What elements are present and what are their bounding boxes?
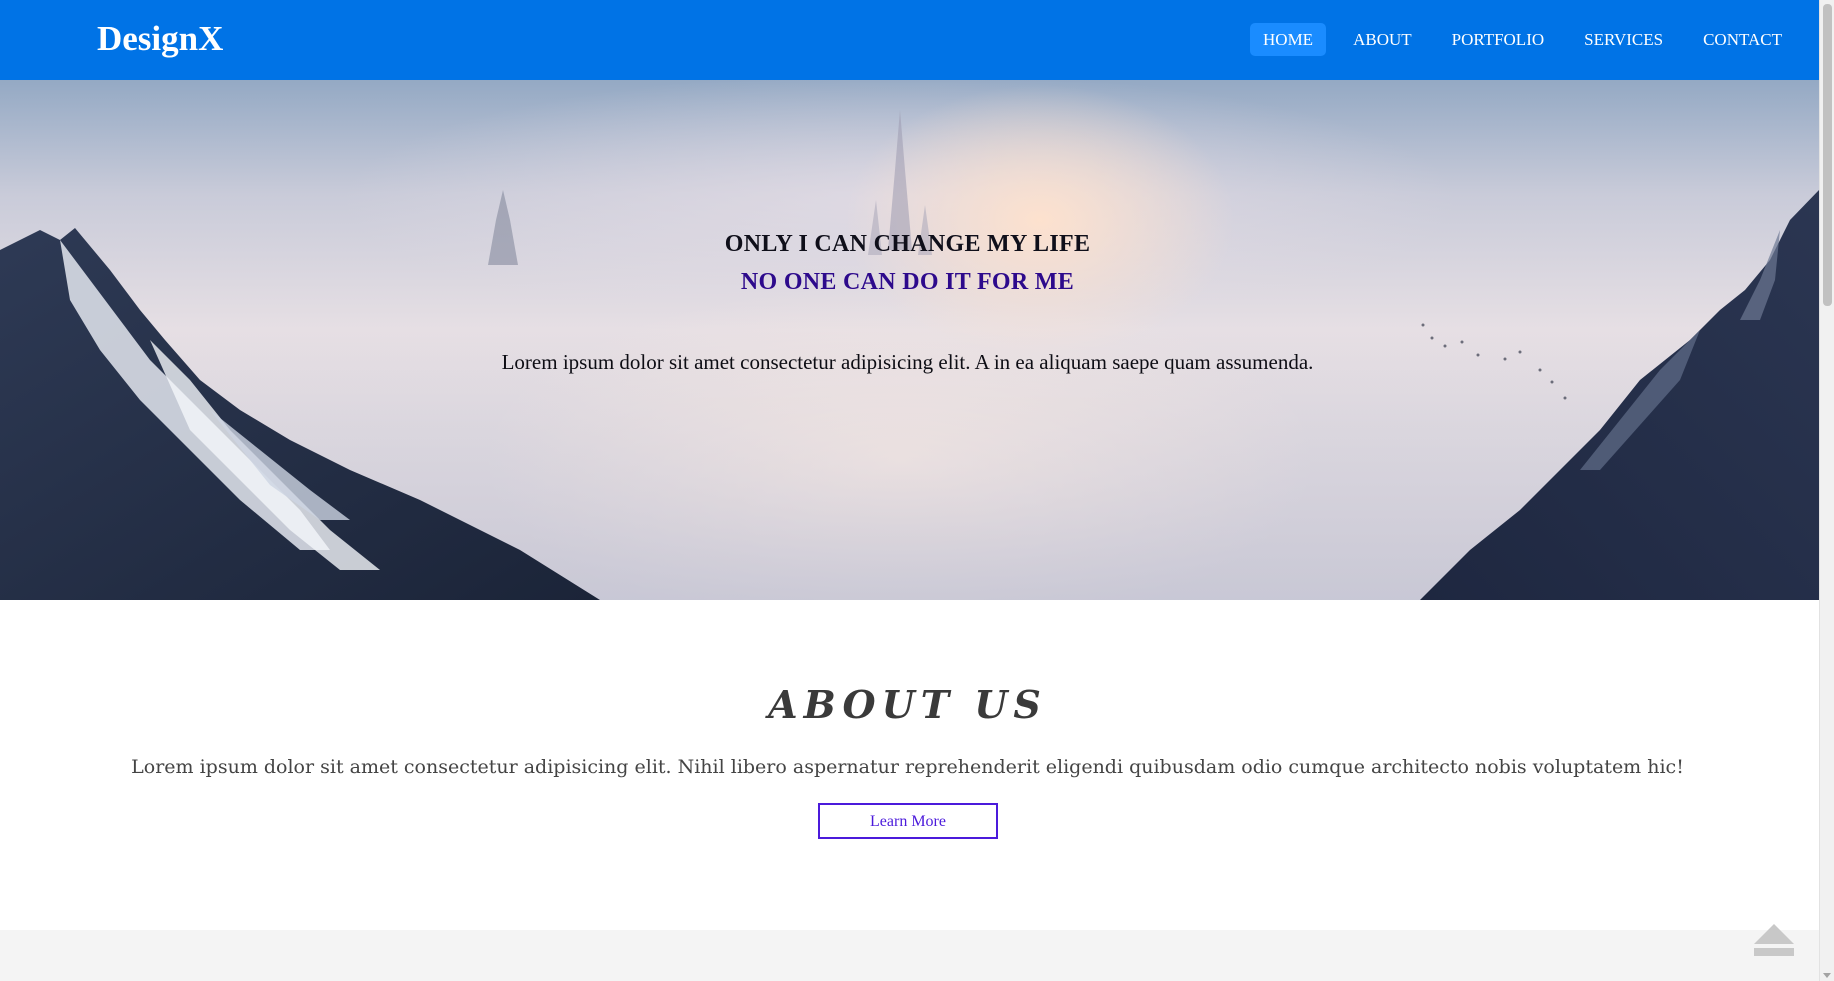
nav-item-portfolio[interactable]: PORTFOLIO: [1439, 23, 1558, 56]
nav-item-home[interactable]: HOME: [1250, 23, 1327, 56]
hero-section: ONLY I CAN CHANGE MY LIFE NO ONE CAN DO …: [0, 80, 1819, 600]
learn-more-button[interactable]: Learn More: [818, 803, 998, 839]
navbar: DesignX HOME ABOUT PORTFOLIO SERVICES CO…: [0, 0, 1819, 80]
hero-title: ONLY I CAN CHANGE MY LIFE: [724, 231, 1091, 257]
hero-background-image: [0, 110, 1819, 600]
main-nav: HOME ABOUT PORTFOLIO SERVICES CONTACT: [1236, 23, 1795, 56]
about-section: ABOUT US Lorem ipsum dolor sit amet cons…: [0, 600, 1819, 930]
about-title: ABOUT US: [768, 682, 1047, 727]
hero-subtitle: NO ONE CAN DO IT FOR ME: [740, 269, 1075, 295]
scroll-down-arrow-icon[interactable]: [1823, 973, 1831, 978]
scroll-to-top-button[interactable]: [1752, 920, 1796, 960]
page-content: DesignX HOME ABOUT PORTFOLIO SERVICES CO…: [0, 0, 1819, 981]
vertical-scrollbar[interactable]: [1819, 0, 1834, 981]
about-text: Lorem ipsum dolor sit amet consectetur a…: [131, 756, 1684, 778]
next-section: [0, 930, 1819, 981]
brand-logo[interactable]: DesignX: [97, 19, 223, 59]
arrow-up-icon: [1754, 924, 1794, 956]
page: DesignX HOME ABOUT PORTFOLIO SERVICES CO…: [0, 0, 1834, 981]
scrollbar-thumb[interactable]: [1823, 4, 1832, 306]
nav-item-services[interactable]: SERVICES: [1571, 23, 1676, 56]
nav-item-about[interactable]: ABOUT: [1340, 23, 1425, 56]
hero-description: Lorem ipsum dolor sit amet consectetur a…: [501, 350, 1314, 374]
nav-item-contact[interactable]: CONTACT: [1690, 23, 1795, 56]
